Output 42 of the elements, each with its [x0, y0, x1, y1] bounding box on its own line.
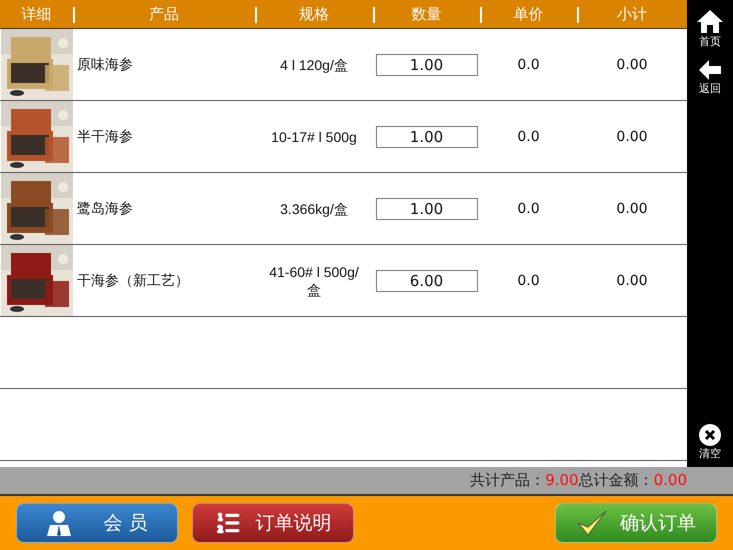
quantity-field[interactable]: 1.00: [376, 198, 478, 220]
column-header: 数量: [412, 4, 442, 24]
quantity-field[interactable]: 1.00: [376, 126, 478, 148]
product-spec: 41-60# l 500g/盒: [268, 262, 360, 298]
back-arrow-icon: [698, 59, 722, 81]
product-spec: 4 l 120g/盒: [280, 56, 348, 74]
column-header: 详细: [22, 4, 52, 24]
column-header: 小计: [617, 4, 647, 24]
column-header: 规格: [299, 4, 329, 24]
product-name: 半干海参: [77, 128, 133, 146]
product-spec: 3.366kg/盒: [280, 200, 348, 218]
column-header: 产品: [149, 4, 179, 24]
subtotal: 0.00: [616, 128, 648, 144]
summary-text: 共计产品：9.00总计金额：0.00: [470, 471, 687, 490]
product-name: 鹭岛海参: [77, 200, 133, 218]
subtotal: 0.00: [616, 272, 648, 288]
member-button[interactable]: 会 员: [16, 503, 178, 543]
quantity-field[interactable]: 1.00: [376, 54, 478, 76]
unit-price: 0.0: [517, 56, 540, 72]
unit-price: 0.0: [517, 200, 540, 216]
sidebar-item[interactable]: 清空: [699, 424, 721, 461]
sidebar-item[interactable]: 首页: [696, 8, 724, 49]
subtotal: 0.00: [616, 200, 648, 216]
subtotal: 0.00: [616, 56, 648, 72]
check-icon: [576, 509, 608, 537]
column-header: 单价: [514, 4, 544, 24]
sidebar-item[interactable]: 返回: [698, 59, 722, 96]
numbered-list-icon: [214, 510, 240, 536]
product-name: 干海参（新工艺）: [77, 272, 189, 290]
product-spec: 10-17# l 500g: [271, 128, 357, 146]
notes-button[interactable]: 订单说明: [192, 503, 354, 543]
home-icon: [696, 8, 724, 34]
unit-price: 0.0: [517, 128, 540, 144]
product-row[interactable]: 鹭岛海参 3.366kg/盒 1.00 0.0 0.00: [0, 173, 687, 245]
product-row[interactable]: 半干海参 10-17# l 500g 1.00 0.0 0.00: [0, 101, 687, 173]
unit-price: 0.0: [517, 272, 540, 288]
close-icon: [699, 424, 721, 446]
product-row[interactable]: 干海参（新工艺） 41-60# l 500g/盒 6.00 0.0 0.00: [0, 245, 687, 317]
product-row[interactable]: 原味海参 4 l 120g/盒 1.00 0.0 0.00: [0, 29, 687, 101]
product-name: 原味海参: [77, 56, 133, 74]
person-icon: [46, 510, 72, 536]
quantity-field[interactable]: 6.00: [376, 270, 478, 292]
